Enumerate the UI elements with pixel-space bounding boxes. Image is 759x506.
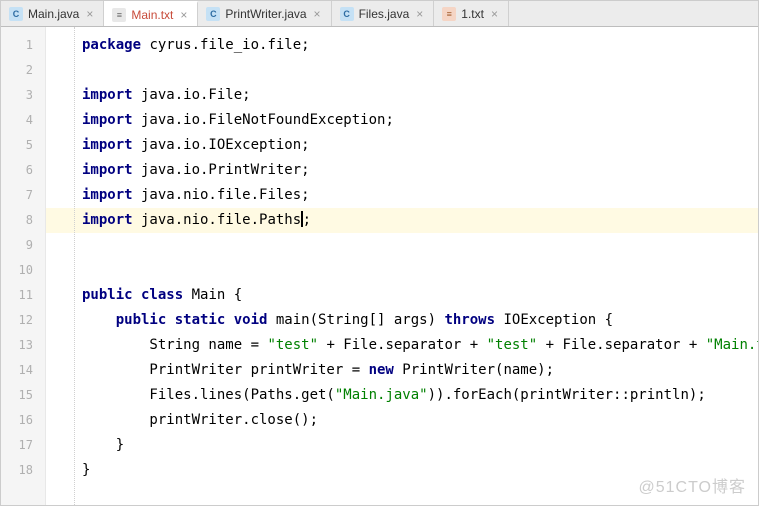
code-line[interactable] (46, 233, 758, 258)
file-icon: C (206, 7, 220, 21)
tab-main-java[interactable]: C Main.java × (1, 1, 104, 26)
line-number: 4 (1, 108, 45, 133)
line-number: 16 (1, 408, 45, 433)
line-number: 11 (1, 283, 45, 308)
tab-label: 1.txt (461, 7, 484, 21)
tab-1-txt[interactable]: ≡ 1.txt × (434, 1, 509, 26)
code-line[interactable]: public class Main { (46, 283, 758, 308)
tab-bar: CMain.java×≡Main.txt×CPrintWriter.java×C… (1, 1, 758, 27)
line-number-gutter: 123456789101112131415161718 (1, 27, 46, 505)
line-number: 7 (1, 183, 45, 208)
line-number: 15 (1, 383, 45, 408)
code-line[interactable]: import java.io.IOException; (46, 133, 758, 158)
tab-files-java[interactable]: C Files.java × (332, 1, 435, 26)
tab-main-txt[interactable]: ≡ Main.txt × (104, 1, 198, 26)
tab-label: Files.java (359, 7, 410, 21)
code-line[interactable]: import java.io.PrintWriter; (46, 158, 758, 183)
code-line[interactable] (46, 58, 758, 83)
file-icon: C (9, 7, 23, 21)
line-number: 6 (1, 158, 45, 183)
close-icon[interactable]: × (414, 7, 425, 21)
code-line[interactable]: printWriter.close(); (46, 408, 758, 433)
close-icon[interactable]: × (489, 7, 500, 21)
code-line[interactable]: import java.nio.file.Paths; (46, 208, 758, 233)
code-line[interactable]: String name = "test" + File.separator + … (46, 333, 758, 358)
close-icon[interactable]: × (84, 7, 95, 21)
file-icon: C (340, 7, 354, 21)
line-number: 18 (1, 458, 45, 483)
close-icon[interactable]: × (178, 8, 189, 22)
line-number: 14 (1, 358, 45, 383)
line-number: 9 (1, 233, 45, 258)
tab-label: PrintWriter.java (225, 7, 306, 21)
file-icon: ≡ (442, 7, 456, 21)
file-icon: ≡ (112, 8, 126, 22)
line-number: 3 (1, 83, 45, 108)
code-line[interactable]: PrintWriter printWriter = new PrintWrite… (46, 358, 758, 383)
tab-label: Main.txt (131, 8, 173, 22)
code-line[interactable]: import java.nio.file.Files; (46, 183, 758, 208)
gutter-margin (74, 27, 75, 505)
line-number: 10 (1, 258, 45, 283)
code-line[interactable] (46, 258, 758, 283)
code-line[interactable]: Files.lines(Paths.get("Main.java")).forE… (46, 383, 758, 408)
close-icon[interactable]: × (312, 7, 323, 21)
code-line[interactable]: public static void main(String[] args) t… (46, 308, 758, 333)
code-line[interactable]: package cyrus.file_io.file; (46, 33, 758, 58)
line-number: 8 (1, 208, 45, 233)
line-number: 13 (1, 333, 45, 358)
line-number: 5 (1, 133, 45, 158)
line-number: 2 (1, 58, 45, 83)
tab-label: Main.java (28, 7, 79, 21)
line-number: 17 (1, 433, 45, 458)
code-line[interactable]: import java.io.FileNotFoundException; (46, 108, 758, 133)
code-line[interactable]: } (46, 433, 758, 458)
editor-area: 123456789101112131415161718 package cyru… (1, 27, 758, 505)
code-line[interactable]: import java.io.File; (46, 83, 758, 108)
line-number: 1 (1, 33, 45, 58)
line-number: 12 (1, 308, 45, 333)
code-area[interactable]: package cyrus.file_io.file;import java.i… (46, 27, 758, 505)
watermark: @51CTO博客 (638, 473, 746, 497)
tab-printwriter-java[interactable]: C PrintWriter.java × (198, 1, 331, 26)
